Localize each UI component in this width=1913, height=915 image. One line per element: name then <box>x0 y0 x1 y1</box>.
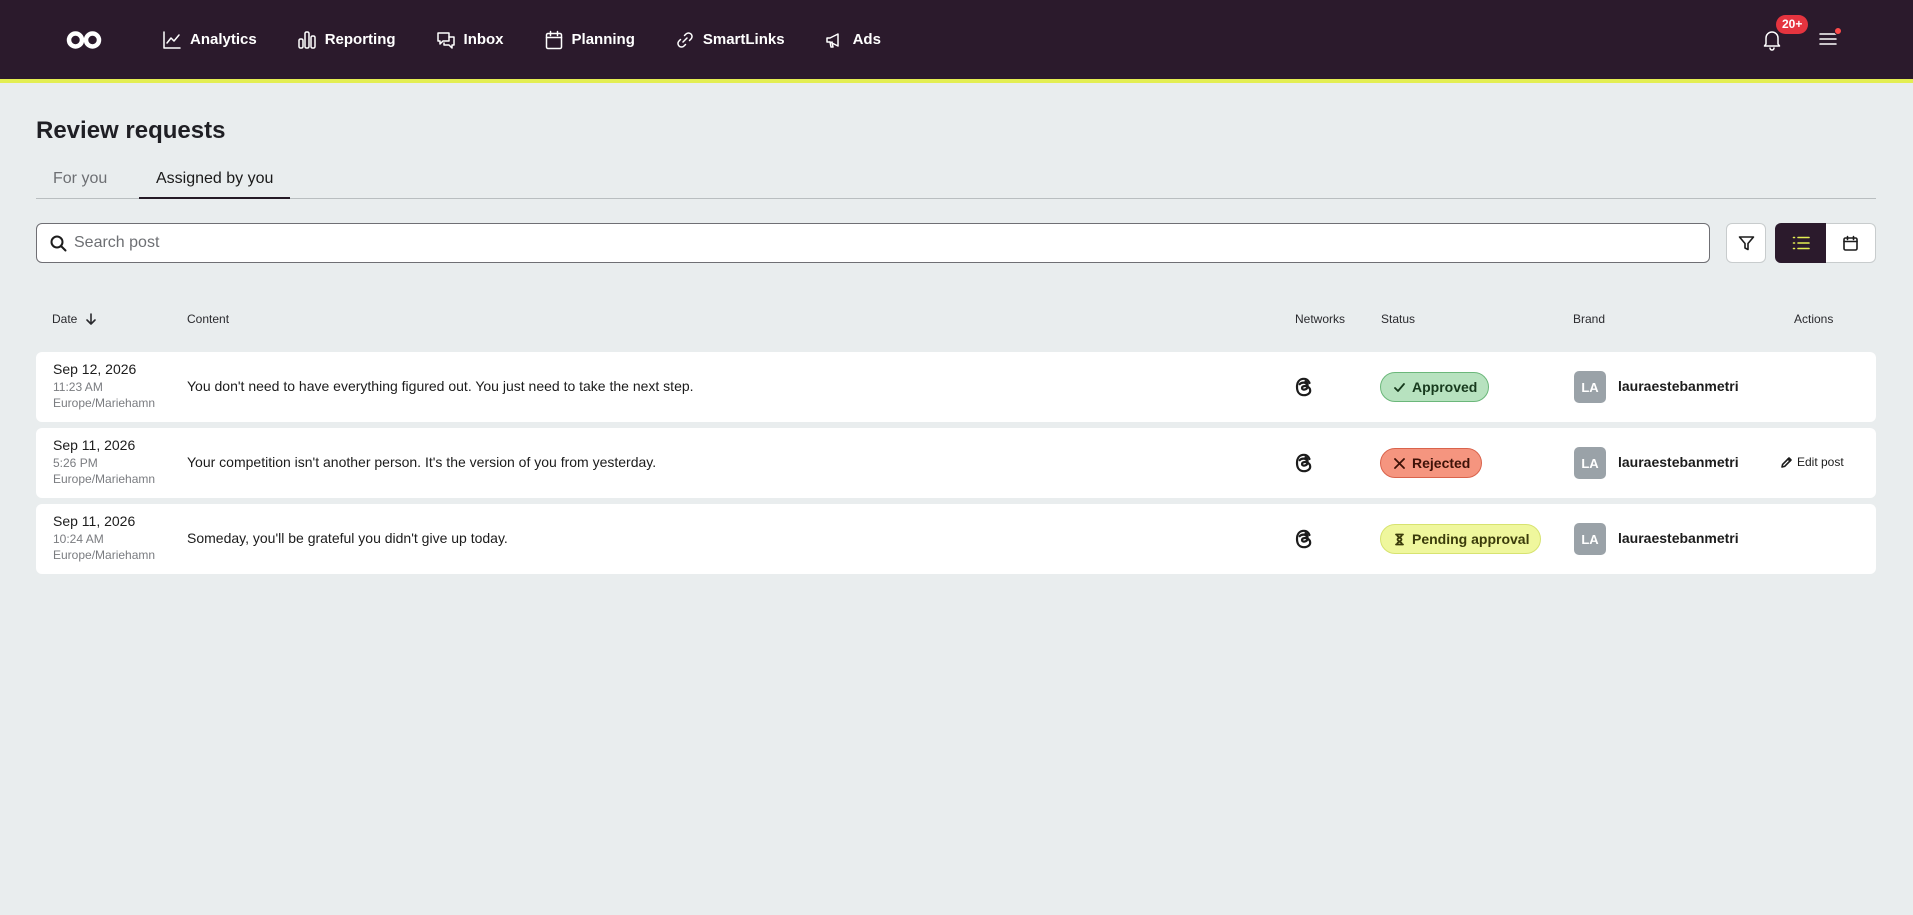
nav-smartlinks[interactable]: SmartLinks <box>675 20 785 60</box>
row-timezone: Europe/Mariehamn <box>53 472 156 486</box>
sort-arrow-down-icon <box>86 313 97 325</box>
reporting-bars-icon <box>297 30 316 49</box>
nav-analytics-label: Analytics <box>190 31 257 48</box>
row-content: You don't need to have everything figure… <box>187 378 694 394</box>
brand-avatar: LA <box>1574 523 1606 555</box>
column-header-brand: Brand <box>1573 312 1606 326</box>
row-content: Your competition isn't another person. I… <box>187 454 657 470</box>
notifications-button[interactable] <box>1762 29 1782 51</box>
table-row[interactable]: Sep 11, 2026 10:24 AM Europe/Mariehamn S… <box>36 504 1876 574</box>
status-label: Pending approval <box>1412 531 1530 547</box>
nav-ads-label: Ads <box>852 31 881 48</box>
column-header-date[interactable]: Date <box>52 312 98 326</box>
tab-assigned-by-you[interactable]: Assigned by you <box>139 168 291 199</box>
link-icon <box>677 31 693 48</box>
row-time: 10:24 AM <box>53 532 104 546</box>
menu-button[interactable] <box>1818 27 1842 51</box>
nav-inbox[interactable]: Inbox <box>436 20 504 60</box>
row-timezone: Europe/Mariehamn <box>53 548 156 562</box>
top-navigation-bar: Analytics Reporting Inbox Planning Smart… <box>0 0 1913 79</box>
tab-for-you[interactable]: For you <box>36 168 124 199</box>
brand-avatar: LA <box>1574 447 1606 479</box>
threads-icon <box>1294 377 1314 397</box>
menu-notification-dot <box>1834 27 1842 35</box>
nav-analytics[interactable]: Analytics <box>162 20 257 60</box>
row-content: Someday, you'll be grateful you didn't g… <box>187 530 508 546</box>
filter-funnel-icon <box>1738 235 1754 250</box>
bell-icon <box>1763 31 1781 51</box>
search-input[interactable] <box>74 224 1694 262</box>
row-date: Sep 11, 2026 <box>53 513 136 529</box>
nav-reporting-label: Reporting <box>324 31 396 48</box>
page-title: Review requests <box>36 117 226 144</box>
column-header-status: Status <box>1381 312 1416 326</box>
edit-post-label: Edit post <box>1797 455 1844 469</box>
threads-icon <box>1294 529 1314 549</box>
table-row[interactable]: Sep 11, 2026 5:26 PM Europe/Mariehamn Yo… <box>36 428 1876 498</box>
main-nav: Analytics Reporting Inbox Planning Smart… <box>162 0 921 79</box>
row-time: 5:26 PM <box>53 456 98 470</box>
checkmark-icon <box>1394 382 1405 392</box>
calendar-icon <box>1843 235 1858 251</box>
status-badge-pending: Pending approval <box>1380 524 1542 554</box>
brand-name: lauraestebanmetri <box>1618 530 1739 546</box>
list-view-button[interactable] <box>1775 223 1826 263</box>
nav-reporting[interactable]: Reporting <box>297 20 396 60</box>
row-timezone: Europe/Mariehamn <box>53 396 156 410</box>
analytics-chart-icon <box>163 30 181 49</box>
nav-inbox-label: Inbox <box>463 31 504 48</box>
nav-planning-label: Planning <box>571 31 635 48</box>
table-row[interactable]: Sep 12, 2026 11:23 AM Europe/Mariehamn Y… <box>36 352 1876 422</box>
notification-count-badge: 20+ <box>1776 15 1809 34</box>
nav-ads[interactable]: Ads <box>825 20 881 60</box>
search-icon <box>50 235 67 252</box>
status-badge-approved: Approved <box>1380 372 1490 402</box>
nav-smartlinks-label: SmartLinks <box>702 31 785 48</box>
filter-button[interactable] <box>1726 223 1766 263</box>
column-header-content: Content <box>187 312 230 326</box>
status-badge-rejected: Rejected <box>1380 448 1483 478</box>
planning-calendar-icon <box>545 30 562 49</box>
column-header-date-label: Date <box>52 312 78 326</box>
brand-name: lauraestebanmetri <box>1618 454 1739 470</box>
topbar-accent-stripe <box>0 79 1913 83</box>
close-x-icon <box>1394 457 1405 469</box>
inbox-chat-icon <box>436 31 455 49</box>
logo-icon[interactable] <box>66 29 102 51</box>
brand-name: lauraestebanmetri <box>1618 378 1739 394</box>
calendar-view-button[interactable] <box>1826 223 1876 263</box>
edit-post-button[interactable]: Edit post <box>1780 455 1844 469</box>
row-date: Sep 12, 2026 <box>53 361 137 377</box>
hourglass-icon <box>1395 533 1404 545</box>
column-header-networks: Networks <box>1295 312 1346 326</box>
column-header-actions: Actions <box>1794 312 1834 326</box>
brand-avatar: LA <box>1574 371 1606 403</box>
threads-icon <box>1294 453 1314 473</box>
row-date: Sep 11, 2026 <box>53 437 136 453</box>
status-label: Approved <box>1412 379 1478 395</box>
pencil-icon <box>1781 456 1792 468</box>
review-tabs: For you Assigned by you <box>36 164 1876 199</box>
nav-planning[interactable]: Planning <box>544 20 635 60</box>
megaphone-icon <box>825 32 839 48</box>
row-time: 11:23 AM <box>53 380 103 394</box>
row-date-cell: Sep 11, 2026 10:24 AM Europe/Mariehamn <box>53 513 155 563</box>
search-box <box>36 223 1710 263</box>
row-date-cell: Sep 11, 2026 5:26 PM Europe/Mariehamn <box>53 437 155 487</box>
list-view-icon <box>1792 236 1810 250</box>
status-label: Rejected <box>1412 455 1471 471</box>
row-date-cell: Sep 12, 2026 11:23 AM Europe/Mariehamn <box>53 361 155 411</box>
